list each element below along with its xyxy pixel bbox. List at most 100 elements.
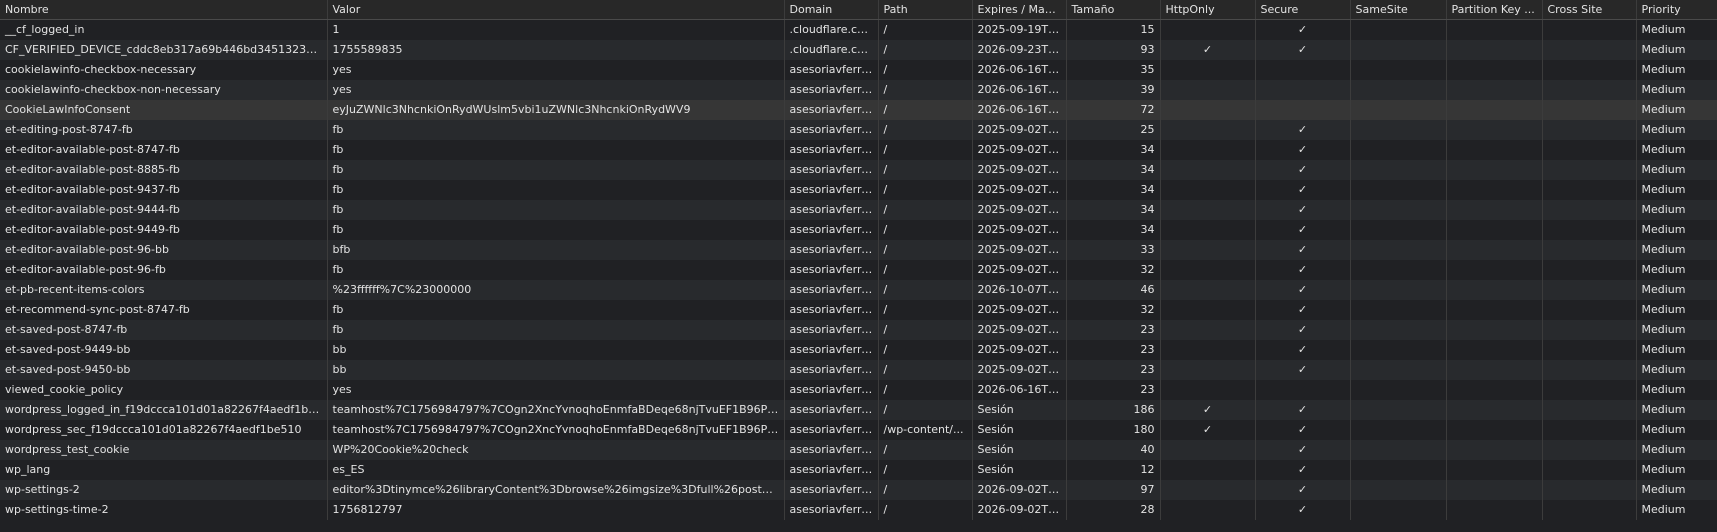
cell-name[interactable]: et-editor-available-post-8747-fb [0, 140, 328, 160]
cell-path[interactable]: / [878, 140, 973, 160]
cell-domain[interactable]: asesoriavferre... [784, 160, 879, 180]
cell-httponly[interactable] [1160, 500, 1256, 520]
cell-name[interactable]: cookielawinfo-checkbox-non-necessary [0, 80, 328, 100]
cell-value[interactable]: 1755589835 [327, 40, 785, 60]
cell-partition[interactable] [1446, 100, 1543, 120]
cell-httponly[interactable] [1160, 60, 1256, 80]
cell-value[interactable]: bb [327, 340, 785, 360]
cell-httponly[interactable] [1160, 80, 1256, 100]
cell-value[interactable]: WP%20Cookie%20check [327, 440, 785, 460]
cell-crosssite[interactable] [1542, 480, 1637, 500]
cell-size[interactable]: 23 [1066, 380, 1161, 400]
cell-partition[interactable] [1446, 160, 1543, 180]
cell-name[interactable]: CookieLawInfoConsent [0, 100, 328, 120]
cell-name[interactable]: et-editor-available-post-96-bb [0, 240, 328, 260]
cell-samesite[interactable] [1350, 380, 1447, 400]
cell-name[interactable]: et-editor-available-post-9449-fb [0, 220, 328, 240]
cell-crosssite[interactable] [1542, 140, 1637, 160]
cell-crosssite[interactable] [1542, 160, 1637, 180]
cell-crosssite[interactable] [1542, 360, 1637, 380]
table-row[interactable]: wp-settings-time-2 1756812797 asesoriavfer… [0, 500, 1717, 520]
cell-httponly[interactable] [1160, 440, 1256, 460]
column-header-value[interactable]: Valor [327, 0, 785, 20]
cell-name[interactable]: wp-settings-2 [0, 480, 328, 500]
cell-priority[interactable]: Medium [1636, 180, 1717, 200]
cell-crosssite[interactable] [1542, 260, 1637, 280]
cell-size[interactable]: 97 [1066, 480, 1161, 500]
cell-secure[interactable]: ✓ [1255, 260, 1351, 280]
cell-secure[interactable]: ✓ [1255, 500, 1351, 520]
cell-expires[interactable]: 2026-06-16T0... [972, 100, 1067, 120]
cell-domain[interactable]: asesoriavferre... [784, 440, 879, 460]
cell-value[interactable]: teamhost%7C1756984797%7COgn2XncYvnoqhoEn… [327, 420, 785, 440]
cell-priority[interactable]: Medium [1636, 400, 1717, 420]
cell-samesite[interactable] [1350, 200, 1447, 220]
cell-path[interactable]: /wp-content/... [878, 420, 973, 440]
cell-partition[interactable] [1446, 240, 1543, 260]
cell-size[interactable]: 34 [1066, 180, 1161, 200]
cell-domain[interactable]: asesoriavferre... [784, 460, 879, 480]
cell-partition[interactable] [1446, 320, 1543, 340]
cell-domain[interactable]: asesoriavferre... [784, 240, 879, 260]
cell-path[interactable]: / [878, 340, 973, 360]
table-row[interactable]: et-editor-available-post-8747-fb fb asesor… [0, 140, 1717, 160]
cell-size[interactable]: 28 [1066, 500, 1161, 520]
cell-expires[interactable]: 2025-09-02T1... [972, 360, 1067, 380]
cell-value[interactable]: es_ES [327, 460, 785, 480]
cell-httponly[interactable] [1160, 220, 1256, 240]
cell-expires[interactable]: Sesión [972, 460, 1067, 480]
cell-crosssite[interactable] [1542, 100, 1637, 120]
cell-crosssite[interactable] [1542, 200, 1637, 220]
cell-size[interactable]: 33 [1066, 240, 1161, 260]
cell-size[interactable]: 39 [1066, 80, 1161, 100]
cell-value[interactable]: bb [327, 360, 785, 380]
cell-crosssite[interactable] [1542, 120, 1637, 140]
cell-partition[interactable] [1446, 480, 1543, 500]
cell-expires[interactable]: 2025-09-02T1... [972, 240, 1067, 260]
cell-expires[interactable]: 2025-09-19T0... [972, 19, 1067, 40]
cell-name[interactable]: wp-settings-time-2 [0, 500, 328, 520]
column-header-secure[interactable]: Secure [1255, 0, 1351, 20]
column-header-crosssite[interactable]: Cross Site [1542, 0, 1637, 20]
cell-secure[interactable]: ✓ [1255, 40, 1351, 60]
cell-size[interactable]: 180 [1066, 420, 1161, 440]
cell-expires[interactable]: 2025-09-02T1... [972, 300, 1067, 320]
cell-secure[interactable]: ✓ [1255, 440, 1351, 460]
cell-path[interactable]: / [878, 380, 973, 400]
cell-httponly[interactable] [1160, 320, 1256, 340]
cell-size[interactable]: 40 [1066, 440, 1161, 460]
cell-domain[interactable]: asesoriavferre... [784, 60, 879, 80]
cell-httponly[interactable] [1160, 160, 1256, 180]
table-row[interactable]: wp_lang es_ES asesoriavferre... / Sesión 12 ✓ M… [0, 460, 1717, 480]
cell-path[interactable]: / [878, 19, 973, 40]
cell-path[interactable]: / [878, 160, 973, 180]
cell-crosssite[interactable] [1542, 340, 1637, 360]
cell-secure[interactable]: ✓ [1255, 340, 1351, 360]
cell-domain[interactable]: asesoriavferre... [784, 180, 879, 200]
cell-expires[interactable]: Sesión [972, 400, 1067, 420]
cell-name[interactable]: et-editor-available-post-96-fb [0, 260, 328, 280]
cell-domain[interactable]: .cloudflare.com [784, 19, 879, 40]
cell-domain[interactable]: asesoriavferre... [784, 340, 879, 360]
cell-crosssite[interactable] [1542, 280, 1637, 300]
cell-priority[interactable]: Medium [1636, 220, 1717, 240]
cell-name[interactable]: viewed_cookie_policy [0, 380, 328, 400]
cell-partition[interactable] [1446, 360, 1543, 380]
cell-priority[interactable]: Medium [1636, 380, 1717, 400]
cell-priority[interactable]: Medium [1636, 280, 1717, 300]
cell-expires[interactable]: 2026-09-02T1... [972, 500, 1067, 520]
cell-httponly[interactable] [1160, 140, 1256, 160]
cell-partition[interactable] [1446, 220, 1543, 240]
cell-size[interactable]: 23 [1066, 340, 1161, 360]
cell-domain[interactable]: asesoriavferre... [784, 360, 879, 380]
cell-secure[interactable] [1255, 80, 1351, 100]
cell-value[interactable]: teamhost%7C1756984797%7COgn2XncYvnoqhoEn… [327, 400, 785, 420]
cell-samesite[interactable] [1350, 480, 1447, 500]
cell-value[interactable]: fb [327, 180, 785, 200]
cell-name[interactable]: et-pb-recent-items-colors [0, 280, 328, 300]
cell-size[interactable]: 186 [1066, 400, 1161, 420]
cell-httponly[interactable] [1160, 460, 1256, 480]
cell-path[interactable]: / [878, 120, 973, 140]
cell-name[interactable]: wp_lang [0, 460, 328, 480]
cell-name[interactable]: et-saved-post-8747-fb [0, 320, 328, 340]
